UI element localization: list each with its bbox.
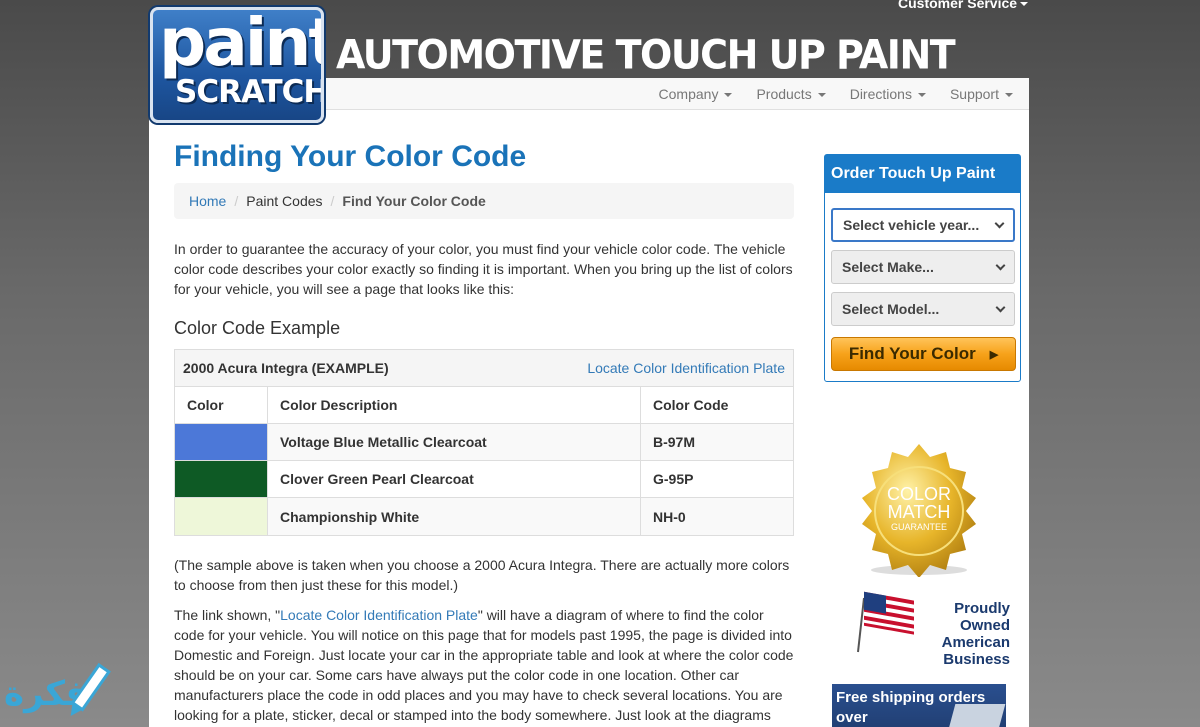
table-title: 2000 Acura Integra (EXAMPLE) (183, 360, 389, 376)
sample-note: (The sample above is taken when you choo… (174, 557, 790, 593)
table-column-headers: Color Color Description Color Code (175, 387, 793, 424)
color-swatch (175, 461, 268, 497)
watermark-logo: فكرة (4, 660, 149, 720)
breadcrumb: Home / Paint Codes / Find Your Color Cod… (174, 183, 794, 219)
order-panel-title: Order Touch Up Paint (825, 155, 1020, 193)
color-code: G-95P (653, 471, 694, 487)
svg-text:MATCH: MATCH (888, 502, 951, 522)
col-header-color: Color (175, 387, 268, 423)
col-header-description: Color Description (268, 387, 641, 423)
chevron-down-icon (917, 92, 926, 97)
make-select[interactable]: Select Make... (831, 250, 1015, 284)
nav-company[interactable]: Company (659, 86, 733, 102)
proudly-owned-badge: Proudly Owned American Business (854, 590, 1010, 670)
nav-products[interactable]: Products (756, 86, 826, 102)
intro-paragraph: In order to guarantee the accuracy of yo… (174, 241, 793, 297)
page-title: Finding Your Color Code (174, 140, 527, 173)
nav-support[interactable]: Support (950, 86, 1013, 102)
color-swatch (175, 498, 268, 535)
color-description: Championship White (268, 498, 641, 535)
chevron-down-icon (1020, 2, 1029, 7)
svg-text:COLOR: COLOR (887, 484, 951, 504)
site-title: AUTOMOTIVE TOUCH UP PAINT (336, 31, 956, 79)
locate-plate-inline-link[interactable]: Locate Color Identification Plate (280, 607, 478, 623)
color-swatch (175, 424, 268, 460)
main-navbar: Company Products Directions Support (320, 78, 1029, 110)
col-header-code: Color Code (653, 397, 729, 413)
truck-icon (944, 704, 1006, 727)
color-match-guarantee-seal: COLOR MATCH GUARANTEE (854, 442, 984, 582)
chevron-down-icon (1005, 92, 1013, 97)
color-description: Voltage Blue Metallic Clearcoat (268, 424, 641, 460)
vehicle-year-select[interactable]: Select vehicle year... (831, 208, 1015, 242)
logo-bottom-text: SCRATCH (175, 74, 324, 110)
nav-directions[interactable]: Directions (850, 86, 926, 102)
customer-service-menu[interactable]: Customer Service (898, 0, 1029, 11)
proudly-owned-text: Proudly Owned American Business (941, 600, 1010, 668)
paintscratch-logo[interactable]: paint SCRATCH (150, 7, 324, 123)
free-shipping-banner[interactable]: Free shipping orders over (832, 684, 1006, 727)
model-select[interactable]: Select Model... (831, 292, 1015, 326)
content-container: Finding Your Color Code Home / Paint Cod… (149, 110, 1029, 727)
example-heading: Color Code Example (174, 318, 341, 338)
svg-text:GUARANTEE: GUARANTEE (891, 522, 947, 532)
color-code: NH-0 (653, 508, 686, 525)
color-code: B-97M (653, 434, 696, 450)
chevron-down-icon (724, 92, 733, 97)
chevron-down-icon (994, 218, 1005, 228)
color-example-table: 2000 Acura Integra (EXAMPLE) Locate Colo… (174, 349, 794, 536)
table-header-bar: 2000 Acura Integra (EXAMPLE) Locate Colo… (175, 350, 793, 387)
breadcrumb-home[interactable]: Home (189, 193, 226, 209)
chevron-down-icon (817, 92, 826, 97)
sidebar: Order Touch Up Paint Select vehicle year… (824, 154, 1021, 727)
logo-top-text: paint (159, 7, 324, 81)
order-panel: Order Touch Up Paint Select vehicle year… (824, 154, 1021, 382)
locate-plate-link[interactable]: Locate Color Identification Plate (587, 360, 785, 376)
table-row[interactable]: Voltage Blue Metallic Clearcoat B-97M (175, 424, 793, 461)
table-row[interactable]: Championship White NH-0 (175, 498, 793, 535)
color-description: Clover Green Pearl Clearcoat (268, 461, 641, 497)
breadcrumb-paint-codes[interactable]: Paint Codes (246, 193, 322, 209)
link-paragraph: The link shown, "Locate Color Identifica… (174, 607, 794, 723)
play-arrow-icon: ▶ (989, 348, 999, 361)
table-row[interactable]: Clover Green Pearl Clearcoat G-95P (175, 461, 793, 498)
chevron-down-icon (995, 260, 1006, 270)
chevron-down-icon (995, 302, 1006, 312)
find-your-color-button[interactable]: Find Your Color ▶ (831, 337, 1016, 371)
breadcrumb-current: Find Your Color Code (342, 193, 486, 209)
